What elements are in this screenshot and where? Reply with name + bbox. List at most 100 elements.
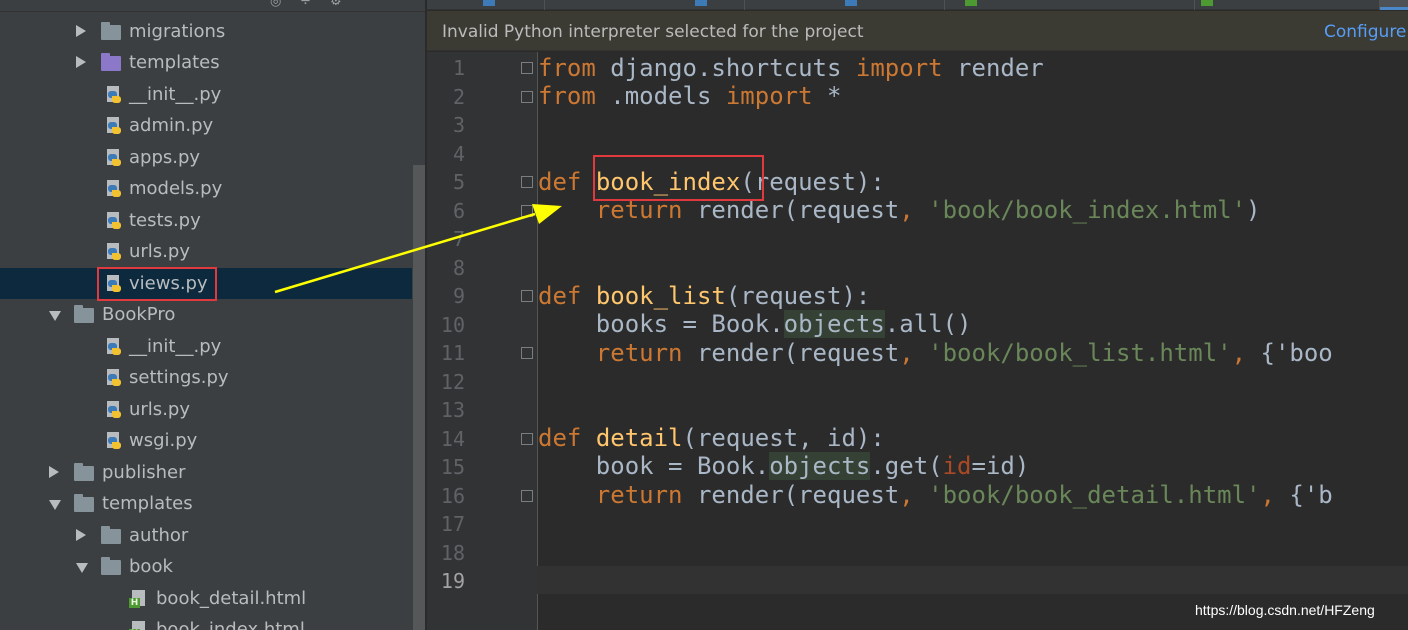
line-number: 2 [452, 85, 465, 109]
collapse-arrow-icon[interactable] [49, 466, 59, 478]
tree-item[interactable]: migrations [0, 16, 412, 47]
line-number: 19 [440, 569, 465, 593]
fold-marker-icon[interactable] [521, 433, 533, 445]
divider-icon[interactable]: ÷ [300, 0, 311, 9]
tree-item-label: admin.py [129, 115, 214, 136]
tree-item[interactable]: settings.py [0, 362, 412, 393]
code-line: from .models import * [538, 82, 842, 110]
python-file-icon [105, 338, 123, 356]
tree-item-label: book_index.html [156, 619, 305, 630]
editor-tab[interactable] [745, 0, 945, 10]
tree-item-label: templates [129, 52, 220, 73]
fold-marker-icon[interactable] [521, 490, 533, 502]
html-file-icon: H [129, 590, 147, 608]
tree-item[interactable]: urls.py [0, 394, 412, 425]
python-file-icon [105, 117, 123, 135]
line-number: 7 [452, 227, 465, 251]
tree-item[interactable]: urls.py [0, 236, 412, 267]
tree-item[interactable]: tests.py [0, 205, 412, 236]
python-file-icon [695, 0, 707, 6]
tree-item[interactable]: BookPro [0, 299, 412, 330]
collapse-arrow-icon[interactable] [76, 529, 86, 541]
collapse-arrow-icon[interactable] [76, 56, 86, 68]
project-tree-scrollbar[interactable] [413, 165, 425, 630]
python-file-icon [483, 0, 495, 6]
folder-icon [74, 494, 94, 512]
line-number: 1 [452, 56, 465, 80]
line-number: 13 [440, 398, 465, 422]
code-line: book = Book.objects.get(id=id) [595, 452, 1030, 480]
code-line: def detail(request, id): [538, 424, 885, 452]
tree-item[interactable]: Hbook_index.html [0, 614, 412, 630]
globe-icon[interactable]: ◎ [270, 0, 281, 9]
tree-item[interactable]: templates [0, 47, 412, 78]
tree-item-label: tests.py [129, 210, 201, 231]
tree-item-label: apps.py [129, 147, 201, 168]
expand-arrow-icon[interactable] [76, 563, 88, 573]
tree-item-label: __init__.py [129, 84, 222, 105]
tree-item-label: urls.py [129, 399, 190, 420]
tree-item[interactable]: wsgi.py [0, 425, 412, 456]
code-line: books = Book.objects.all() [595, 310, 972, 338]
tree-item[interactable]: author [0, 520, 412, 551]
code-editor: Invalid Python interpreter selected for … [427, 0, 1408, 630]
line-number: 11 [440, 341, 465, 365]
annotation-box-book-index [593, 155, 764, 201]
python-file-icon [105, 369, 123, 387]
tree-item[interactable]: publisher [0, 457, 412, 488]
tree-item[interactable]: book [0, 551, 412, 582]
editor-tab[interactable] [545, 0, 745, 10]
line-number: 8 [452, 256, 465, 280]
editor-tab[interactable] [945, 0, 1195, 10]
project-panel-header: ◎ ÷ ⚙ [0, 0, 425, 12]
fold-marker-icon[interactable] [521, 176, 533, 188]
code-line: from django.shortcuts import render [538, 54, 1044, 82]
line-number: 15 [440, 455, 465, 479]
tree-item[interactable]: templates [0, 488, 412, 519]
python-file-icon [105, 212, 123, 230]
tree-item-label: BookPro [102, 304, 176, 325]
html-file-icon: H [129, 621, 147, 630]
folder-icon [101, 526, 121, 544]
tree-item-label: __init__.py [129, 336, 222, 357]
html-file-icon [1201, 0, 1213, 6]
tree-item[interactable]: apps.py [0, 142, 412, 173]
watermark: https://blog.csdn.net/HFZeng [1195, 602, 1375, 618]
editor-tab[interactable] [427, 0, 545, 10]
tree-item[interactable]: Hbook_detail.html [0, 583, 412, 614]
line-number: 12 [440, 370, 465, 394]
fold-marker-icon[interactable] [521, 290, 533, 302]
tree-item[interactable]: models.py [0, 173, 412, 204]
line-number: 17 [440, 512, 465, 536]
tree-item-label: settings.py [129, 367, 229, 388]
line-number: 10 [440, 313, 465, 337]
folder-icon [101, 53, 121, 71]
editor-gutter: 1 2 3 4 5 6 7 8 9 10 11 12 13 14 15 16 17 18 19 [427, 52, 537, 630]
tree-item[interactable]: __init__.py [0, 79, 412, 110]
configure-link[interactable]: Configure [1324, 21, 1406, 43]
code-line: return render(request, 'book/book_detail… [595, 481, 1333, 509]
tree-item-label: urls.py [129, 241, 190, 262]
line-number: 14 [440, 427, 465, 451]
expand-arrow-icon[interactable] [49, 311, 61, 321]
fold-marker-icon[interactable] [521, 91, 533, 103]
line-number: 16 [440, 484, 465, 508]
fold-marker-icon[interactable] [521, 347, 533, 359]
code-area[interactable]: from django.shortcuts import render from… [538, 52, 1408, 630]
python-file-icon [845, 0, 857, 6]
expand-arrow-icon[interactable] [49, 500, 61, 510]
tree-item-label: publisher [102, 462, 186, 483]
fold-marker-icon[interactable] [521, 205, 533, 217]
settings-icon[interactable]: ⚙ [330, 0, 342, 9]
editor-tab-bar [427, 0, 1408, 10]
python-file-icon [105, 401, 123, 419]
tree-item-label: templates [102, 493, 193, 514]
python-file-icon [105, 86, 123, 104]
collapse-arrow-icon[interactable] [76, 25, 86, 37]
tree-item-label: book_detail.html [156, 588, 307, 609]
tree-item[interactable]: __init__.py [0, 331, 412, 362]
tree-item[interactable]: admin.py [0, 110, 412, 141]
editor-tab-active[interactable] [1380, 0, 1408, 10]
fold-marker-icon[interactable] [521, 62, 533, 74]
editor-tab[interactable] [1195, 0, 1380, 10]
